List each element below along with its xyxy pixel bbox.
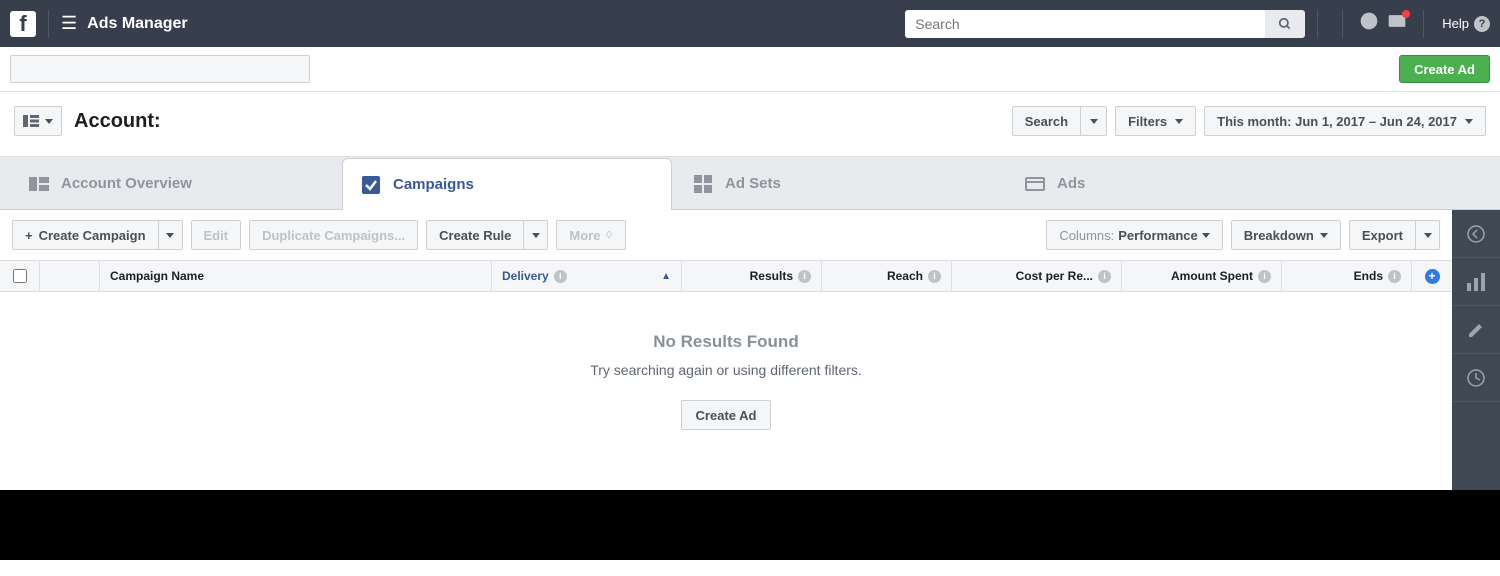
sort-asc-icon: ▲ [661,271,671,282]
more-button[interactable]: More ♢ [556,220,626,250]
divider [1317,10,1318,38]
notifications-icon[interactable] [1387,12,1407,35]
rail-edit-icon[interactable] [1452,306,1500,354]
create-rule-group: Create Rule [426,220,548,250]
global-search [905,10,1305,38]
ends-header[interactable]: Endsi [1282,261,1412,291]
empty-state: No Results Found Try searching again or … [0,292,1452,490]
main-area: +Create Campaign Edit Duplicate Campaign… [0,210,1500,490]
help-icon: ? [1474,16,1490,32]
edit-button[interactable]: Edit [191,220,242,250]
plus-icon: + [1425,269,1440,284]
account-toolbar: Account: Search Filters This month: Jun … [0,92,1500,157]
right-rail [1452,210,1500,490]
create-campaign-caret[interactable] [159,220,183,250]
tab-adsets[interactable]: Ad Sets [674,157,1004,209]
divider [1342,10,1343,38]
reach-header[interactable]: Reachi [822,261,952,291]
globe-icon[interactable] [1359,11,1379,36]
adsets-icon [693,174,713,194]
search-input[interactable] [905,10,1265,38]
caret-down-icon [1320,233,1328,238]
caret-down-icon [1465,119,1473,124]
campaigns-icon [361,175,381,195]
tabs-area: Account Overview Campaigns Ad Sets Ads [0,157,1500,210]
tab-campaigns[interactable]: Campaigns [342,158,672,210]
status-header[interactable] [40,261,100,291]
export-button[interactable]: Export [1349,220,1416,250]
create-campaign-group: +Create Campaign [12,220,183,250]
rail-history-icon[interactable] [1452,354,1500,402]
subheader: Create Ad [0,47,1500,92]
app-title: Ads Manager [87,15,187,33]
select-all-header [0,261,40,291]
add-column-header[interactable]: + [1412,261,1452,291]
divider [48,10,49,38]
account-title: Account: [74,110,161,133]
date-range-button[interactable]: This month: Jun 1, 2017 – Jun 24, 2017 [1204,106,1486,136]
search-button[interactable] [1265,10,1305,38]
view-switcher[interactable] [14,106,62,136]
help-link[interactable]: Help ? [1442,16,1490,32]
export-group: Export [1349,220,1440,250]
create-rule-button[interactable]: Create Rule [426,220,524,250]
info-icon: i [554,270,567,283]
content-panel: +Create Campaign Edit Duplicate Campaign… [0,210,1452,490]
select-all-checkbox[interactable] [13,269,27,283]
amount-spent-header[interactable]: Amount Spenti [1122,261,1282,291]
divider [1423,10,1424,38]
search-dropdown-button[interactable]: Search [1012,106,1081,136]
cost-header[interactable]: Cost per Re...i [952,261,1122,291]
breakdown-dropdown[interactable]: Breakdown [1231,220,1341,250]
info-icon: i [1258,270,1271,283]
info-icon: i [1098,270,1111,283]
search-button-group: Search [1012,106,1107,136]
nav-icons: Help ? [1330,10,1490,38]
notification-dot [1402,10,1410,18]
empty-create-ad-button[interactable]: Create Ad [681,400,772,430]
empty-title: No Results Found [0,332,1452,352]
overview-icon [29,174,49,194]
tab-bar: Account Overview Campaigns Ad Sets Ads [0,157,1500,210]
rail-collapse-icon[interactable] [1452,210,1500,258]
caret-down-icon [1202,233,1210,238]
results-header[interactable]: Resultsi [682,261,822,291]
campaign-name-header[interactable]: Campaign Name [100,261,492,291]
info-icon: i [798,270,811,283]
columns-dropdown[interactable]: Columns: Performance [1046,220,1222,250]
top-navbar: f ☰ Ads Manager Help ? [0,0,1500,47]
account-selector-placeholder[interactable] [10,55,310,83]
info-icon: i [928,270,941,283]
caret-down-icon [45,119,53,124]
tab-account-overview[interactable]: Account Overview [10,157,340,209]
caret-down-icon [1175,119,1183,124]
create-rule-caret[interactable] [524,220,548,250]
empty-subtitle: Try searching again or using different f… [0,362,1452,378]
table-header: Campaign Name Delivery i ▲ Resultsi Reac… [0,260,1452,292]
delivery-header[interactable]: Delivery i ▲ [492,261,682,291]
create-ad-button[interactable]: Create Ad [1399,55,1490,83]
help-label: Help [1442,16,1469,31]
info-icon: i [1388,270,1401,283]
tab-ads[interactable]: Ads [1006,157,1336,209]
search-caret[interactable] [1081,106,1107,136]
ads-icon [1025,174,1045,194]
hamburger-icon[interactable]: ☰ [61,13,77,34]
action-bar: +Create Campaign Edit Duplicate Campaign… [0,210,1452,260]
duplicate-campaigns-button[interactable]: Duplicate Campaigns... [249,220,418,250]
rail-chart-icon[interactable] [1452,258,1500,306]
bottom-area [0,490,1500,560]
facebook-logo[interactable]: f [10,11,36,37]
filters-button[interactable]: Filters [1115,106,1196,136]
sort-icon: ♢ [604,230,613,241]
create-campaign-button[interactable]: +Create Campaign [12,220,159,250]
export-caret[interactable] [1416,220,1440,250]
